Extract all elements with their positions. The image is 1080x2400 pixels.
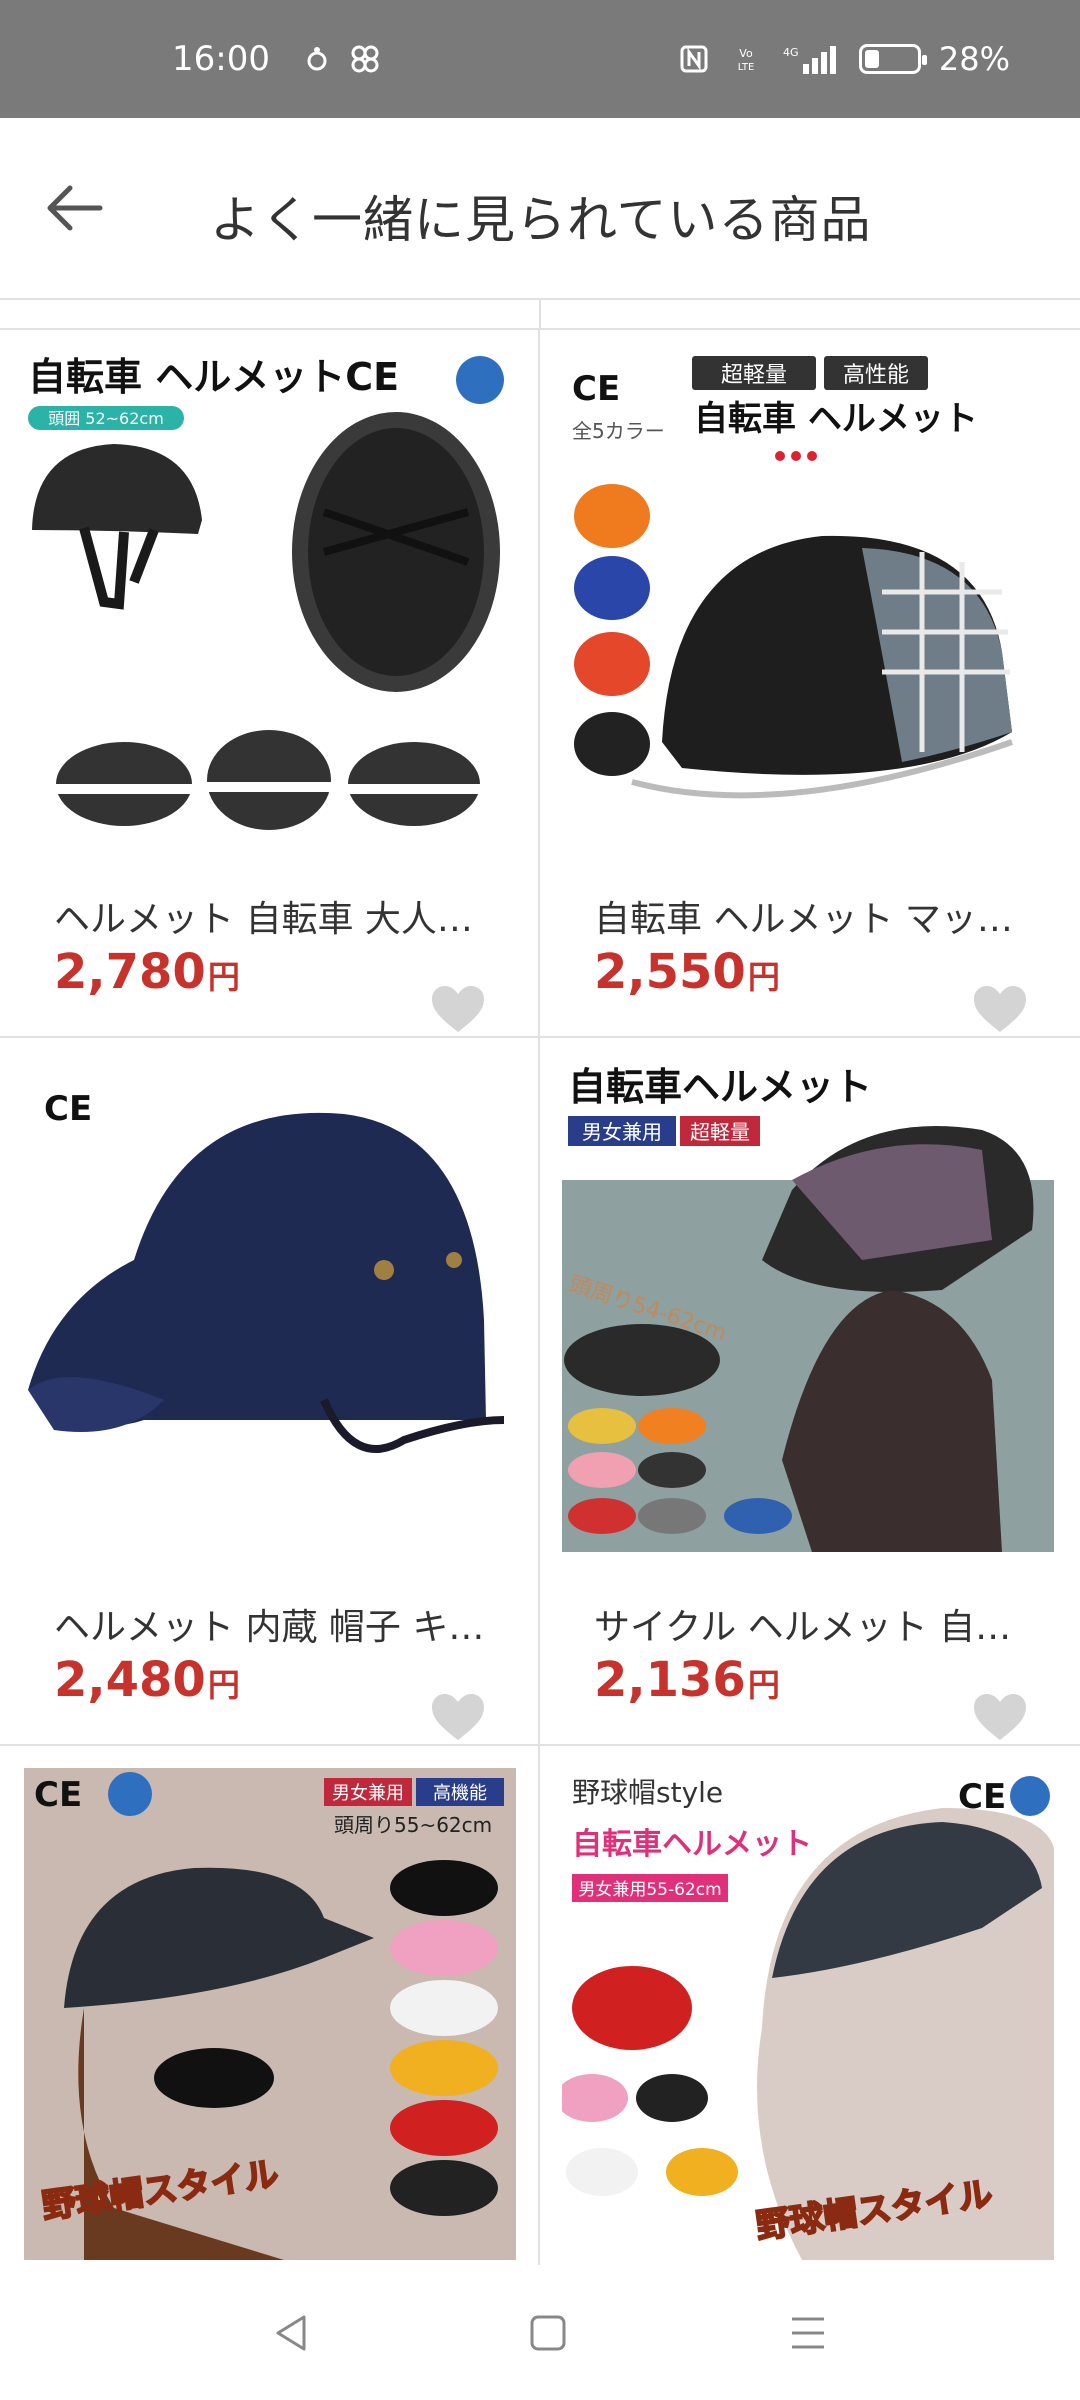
status-right: Vo LTE 4G 28% [677,40,1010,78]
product-name[interactable]: ヘルメット 内蔵 帽子 キャ... [54,1598,494,1650]
heart-icon [432,1694,484,1740]
triangle-back-icon [276,2315,306,2351]
product-image[interactable]: 野球帽style 自転車ヘルメット 男女兼用55-62cm CE 野球帽スタイル [562,1768,1054,2260]
price-currency: 円 [747,1666,780,1704]
back-arrow-icon [47,185,103,231]
favorite-button[interactable] [430,1692,486,1742]
product-card[interactable]: 超軽量 高性能 自転車 ヘルメット CE 全5カラー 自転車 ヘルメット マット… [540,330,1080,1038]
product-name[interactable]: サイクル ヘルメット 自転... [594,1598,1034,1650]
image-badge: 高機能 [433,1783,487,1804]
heart-icon [432,986,484,1032]
menu-lines-icon [792,2317,824,2349]
product-grid: 自転車 ヘルメットCE 頭囲 52~62cm ヘルメット 自転車 大人用... … [0,300,1080,2265]
product-card[interactable]: CE 男女兼用 高機能 頭周り55~62cm 野球帽スタイル [0,1746,540,2265]
product-image[interactable]: 超軽量 高性能 自転車 ヘルメット CE 全5カラー [562,352,1054,844]
nav-back-button[interactable] [266,2307,318,2359]
product-name[interactable]: ヘルメット 自転車 大人用... [54,890,494,942]
favorite-button[interactable] [430,984,486,1034]
price-value: 2,780 [54,944,206,1000]
image-ce: CE [34,1775,82,1815]
svg-text:LTE: LTE [738,62,755,73]
product-card[interactable]: 野球帽style 自転車ヘルメット 男女兼用55-62cm CE 野球帽スタイル [540,1746,1080,2265]
nav-menu-button[interactable] [782,2307,834,2359]
price-value: 2,550 [594,944,746,1000]
product-price: 2,480円 [54,1652,240,1708]
heart-icon [974,986,1026,1032]
volte-icon: Vo LTE [729,44,763,74]
price-currency: 円 [207,1666,240,1704]
product-image[interactable]: 自転車ヘルメット 男女兼用 超軽量 頭周り54-62cm [562,1060,1054,1552]
svg-text:4G: 4G [783,46,799,59]
image-headline: 自転車ヘルメット [572,1827,812,1862]
square-home-icon [530,2315,566,2351]
back-button[interactable] [36,170,112,246]
product-card[interactable]: CE ヘルメット 内蔵 帽子 キャ... 2,480円 [0,1038,540,1746]
price-value: 2,136 [594,1652,746,1708]
product-price: 2,780円 [54,944,240,1000]
favorite-button[interactable] [972,1692,1028,1742]
product-price: 2,136円 [594,1652,780,1708]
image-badge: 男女兼用 [582,1120,662,1144]
battery-fill [864,50,879,68]
image-size-label: 頭周り55~62cm [334,1813,492,1837]
product-price: 2,550円 [594,944,780,1000]
product-card[interactable]: 自転車 ヘルメットCE 頭囲 52~62cm ヘルメット 自転車 大人用... … [0,330,540,1038]
favorite-button[interactable] [972,984,1028,1034]
nav-home-button[interactable] [522,2307,574,2359]
image-ce: CE [44,1089,92,1129]
product-name[interactable]: 自転車 ヘルメット マット... [594,890,1034,942]
product-image[interactable]: CE [24,1060,516,1552]
image-badge: 超軽量 [690,1120,750,1144]
heart-icon [974,1694,1026,1740]
product-image[interactable]: CE 男女兼用 高機能 頭周り55~62cm 野球帽スタイル [24,1768,516,2260]
grid-divider [0,300,1080,330]
battery-percent: 28% [938,40,1010,78]
image-badge: 男女兼用 [332,1783,404,1804]
battery-icon [858,44,927,74]
nfc-icon [677,44,711,74]
image-tagline: 野球帽style [572,1776,723,1809]
price-value: 2,480 [54,1652,206,1708]
4g-signal-icon: 4G [781,44,841,74]
image-color-note: 全5カラー [572,419,665,443]
image-badge: 男女兼用55-62cm [578,1880,721,1900]
product-card[interactable]: 自転車ヘルメット 男女兼用 超軽量 頭周り54-62cm サイクル ヘルメット … [540,1038,1080,1746]
price-currency: 円 [207,958,240,996]
notification-icon [300,44,334,74]
image-headline: 自転車ヘルメット [568,1065,872,1109]
product-image[interactable]: 自転車 ヘルメットCE 頭囲 52~62cm [24,352,516,844]
app-header: よく一緒に見られている商品 [0,118,1080,300]
system-nav-bar [0,2265,1080,2400]
status-bar: 16:00 Vo LTE 4G 28% [0,0,1080,118]
image-ce: CE [572,369,620,409]
image-badge: 高性能 [843,363,909,388]
pinwheel-icon [348,44,382,74]
image-headline: 自転車 ヘルメットCE [28,355,399,399]
svg-text:Vo: Vo [739,47,753,60]
image-badge: 超軽量 [721,363,787,388]
status-time: 16:00 [172,39,270,79]
status-left-icons [300,44,382,74]
page-title: よく一緒に見られている商品 [210,191,872,249]
price-currency: 円 [747,958,780,996]
image-size-label: 頭囲 52~62cm [48,409,164,428]
image-headline: 自転車 ヘルメット [694,399,978,439]
